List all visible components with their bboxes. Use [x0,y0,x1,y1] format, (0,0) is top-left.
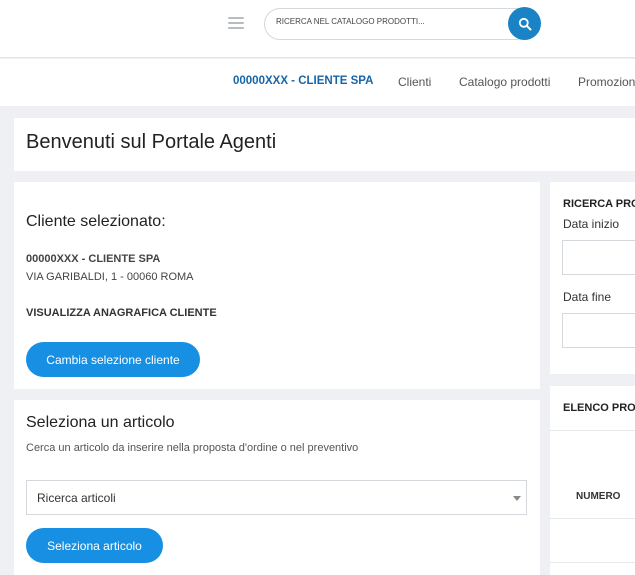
divider [550,562,635,563]
selected-client-card: Cliente selezionato: 00000XXX - CLIENTE … [14,182,540,389]
nav-item-promozioni[interactable]: Promozioni [578,75,635,89]
client-card-title: Cliente selezionato: [26,213,166,230]
caret-down-icon [513,496,521,501]
proposal-list-card: ELENCO PROPOSTE NUMERO [550,386,635,575]
nav-selected-client[interactable]: 00000XXX - CLIENTE SPA [233,75,373,87]
column-header-number[interactable]: NUMERO [576,491,620,502]
catalog-search-box[interactable] [264,8,532,40]
select-article-button[interactable]: Seleziona articolo [26,528,163,563]
proposal-search-title: RICERCA PROPOSTE [563,198,635,210]
view-client-registry-link[interactable]: VISUALIZZA ANAGRAFICA CLIENTE [26,307,217,319]
article-description: Cerca un articolo da inserire nella prop… [26,442,359,454]
client-code: 00000XXX - CLIENTE SPA [26,253,161,265]
proposal-search-card: RICERCA PROPOSTE Data inizio Data fine [550,182,635,374]
welcome-banner: Benvenuti sul Portale Agenti [14,118,635,171]
nav-item-catalogo[interactable]: Catalogo prodotti [459,75,550,89]
change-client-button[interactable]: Cambia selezione cliente [26,342,200,377]
start-date-input[interactable] [562,240,635,275]
proposal-list-title: ELENCO PROPOSTE [563,402,635,414]
client-address: VIA GARIBALDI, 1 - 00060 ROMA [26,271,194,283]
menu-icon[interactable] [228,17,244,29]
main-nav: 00000XXX - CLIENTE SPA Clienti Catalogo … [0,59,635,106]
select-article-card: Seleziona un articolo Cerca un articolo … [14,400,540,575]
article-select-value: Ricerca articoli [37,491,116,505]
divider [550,518,635,519]
article-card-title: Seleziona un articolo [26,414,175,431]
page-title: Benvenuti sul Portale Agenti [26,131,277,153]
search-icon [518,17,531,30]
search-button[interactable] [508,7,541,40]
top-header [0,0,635,58]
article-search-select[interactable]: Ricerca articoli [26,480,527,515]
end-date-label: Data fine [563,290,612,304]
end-date-input[interactable] [562,313,635,348]
divider [550,430,635,431]
start-date-label: Data inizio [563,217,620,231]
catalog-search-input[interactable] [276,17,496,26]
nav-item-clienti[interactable]: Clienti [398,75,431,89]
